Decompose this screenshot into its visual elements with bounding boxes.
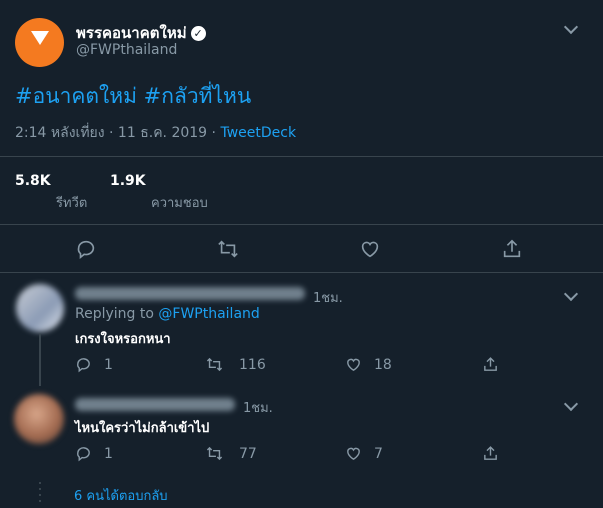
like-label[interactable]: ความชอบ	[151, 192, 208, 213]
tweet-meta: 2:14 หลังเที่ยง · 11 ธ.ค. 2019 · TweetDe…	[15, 122, 296, 144]
reply-retweet-count: 77	[239, 446, 257, 462]
replying-to-handle[interactable]: @FWPthailand	[158, 306, 259, 322]
reply-reply-button[interactable]	[75, 445, 92, 466]
divider	[0, 156, 603, 157]
reply-button[interactable]	[75, 238, 97, 260]
divider	[0, 224, 603, 225]
share-button[interactable]	[501, 238, 523, 260]
retweet-button[interactable]	[217, 238, 239, 260]
share-icon	[484, 357, 497, 371]
reply-retweet-button[interactable]	[206, 445, 223, 466]
reply-icon	[77, 358, 90, 373]
author-name[interactable]: พรรคอนาคตใหม่	[76, 24, 187, 42]
heart-icon	[347, 358, 360, 371]
heart-icon	[361, 241, 379, 258]
retweet-label[interactable]: รีทวีต	[56, 192, 87, 213]
author-handle[interactable]: @FWPthailand	[76, 42, 177, 58]
replying-to: Replying to @FWPthailand	[75, 306, 260, 322]
reply-time[interactable]: 1ชม.	[243, 397, 273, 418]
reply-like-button[interactable]	[345, 356, 362, 377]
verified-badge-icon: ✓	[190, 26, 206, 41]
reply-text: เกรงใจหรอกหนา	[75, 332, 171, 347]
tweet-menu-button[interactable]	[563, 19, 579, 35]
heart-icon	[347, 447, 360, 460]
chevron-down-icon	[563, 286, 579, 302]
reply-share-button[interactable]	[482, 356, 499, 377]
retweet-count[interactable]: 5.8K	[15, 173, 51, 189]
retweet-icon	[218, 240, 238, 258]
tweet-hashtags[interactable]: #อนาคตใหม่ #กลัวที่ไหน	[15, 80, 251, 113]
author-avatar[interactable]: ​	[15, 18, 64, 67]
reply-menu-button[interactable]	[563, 396, 579, 412]
reply-retweet-button[interactable]	[206, 356, 223, 377]
reply-icon	[77, 240, 95, 259]
thread-dots	[39, 482, 41, 506]
reply-text: ไหนใครว่าไม่กล้าเข้าไป	[75, 421, 210, 436]
tweet-source-link[interactable]: TweetDeck	[220, 125, 296, 141]
retweet-icon	[206, 446, 223, 461]
divider	[0, 272, 603, 273]
reply-share-button[interactable]	[482, 445, 499, 466]
retweet-icon	[206, 357, 223, 372]
reply-avatar[interactable]	[16, 284, 64, 332]
replying-to-prefix: Replying to	[75, 306, 154, 322]
reply-reply-count: 1	[104, 357, 113, 373]
reply-avatar[interactable]	[14, 394, 64, 444]
share-icon	[503, 239, 521, 258]
reply-reply-button[interactable]	[75, 356, 92, 377]
reply-like-button[interactable]	[345, 445, 362, 466]
thread-line	[39, 334, 41, 386]
reply-retweet-count: 116	[239, 357, 266, 373]
chevron-down-icon	[563, 396, 579, 412]
reply-menu-button[interactable]	[563, 286, 579, 302]
reply-time[interactable]: 1ชม.	[313, 287, 343, 308]
reply-like-count: 7	[374, 446, 383, 462]
show-more-replies-link[interactable]: 6 คนได้ตอบกลับ	[74, 485, 168, 506]
reply-reply-count: 1	[104, 446, 113, 462]
share-icon	[484, 446, 497, 460]
chevron-down-icon	[563, 19, 579, 35]
reply-icon	[77, 447, 90, 462]
like-button[interactable]	[359, 238, 381, 260]
future-forward-logo-icon	[30, 30, 49, 45]
like-count[interactable]: 1.9K	[110, 173, 146, 189]
reply-author-name-blurred[interactable]	[75, 287, 305, 300]
tweet-timestamp[interactable]: 2:14 หลังเที่ยง · 11 ธ.ค. 2019 ·	[15, 125, 216, 141]
reply-like-count: 18	[374, 357, 392, 373]
reply-author-name-blurred[interactable]	[75, 398, 235, 411]
